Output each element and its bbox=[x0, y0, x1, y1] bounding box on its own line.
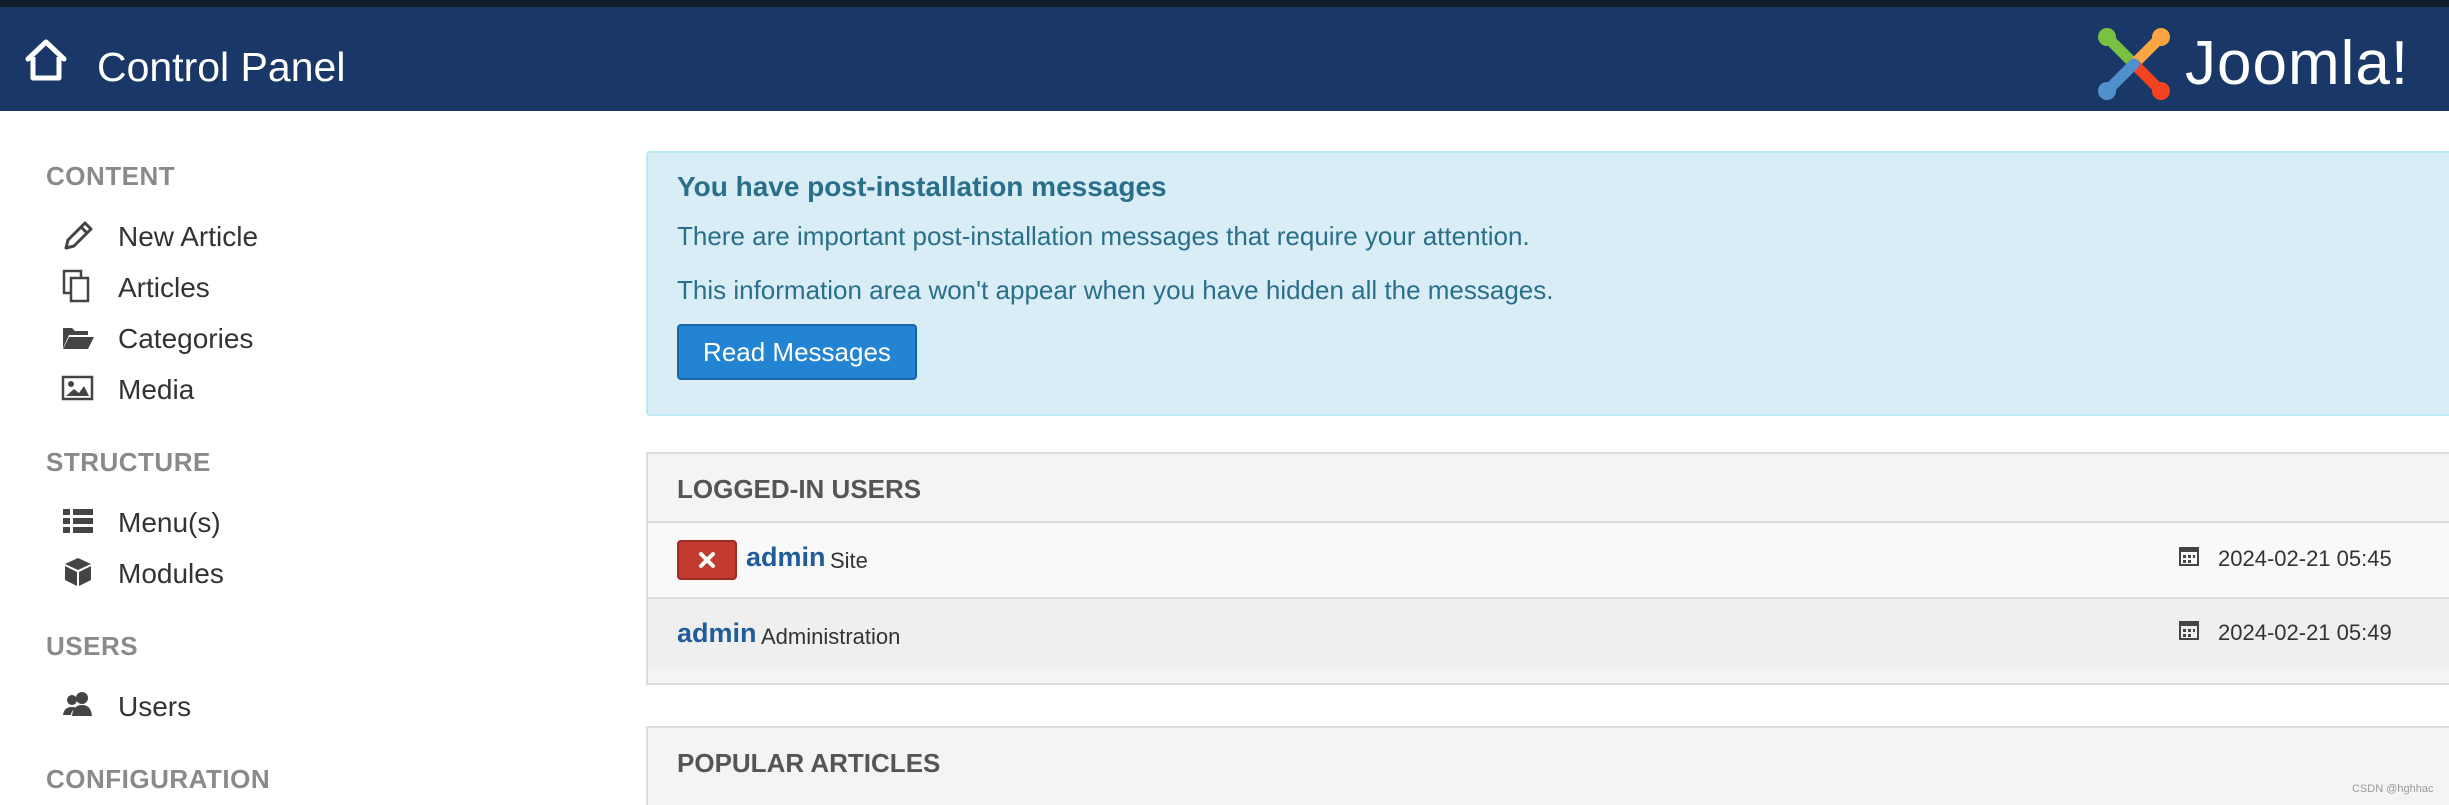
sidebar-item-label: Users bbox=[118, 691, 192, 722]
sidebar-item-label: New Article bbox=[118, 221, 259, 252]
joomla-logo[interactable]: Joomla! bbox=[2095, 21, 2449, 107]
table-row: admin Site 2024-02-21 05:45 bbox=[648, 521, 2449, 597]
sidebar-section-configuration: CONFIGURATION bbox=[46, 764, 271, 794]
sidebar-section-users: USERS bbox=[46, 631, 139, 661]
cube-icon bbox=[60, 555, 96, 589]
calendar-icon bbox=[2178, 619, 2200, 641]
list-icon bbox=[60, 504, 96, 538]
table-row: admin Administration 2024-02-21 05:49 bbox=[648, 597, 2449, 669]
sidebar-item-label: Menu(s) bbox=[118, 507, 221, 538]
user-link[interactable]: admin bbox=[677, 618, 757, 649]
calendar-icon bbox=[2178, 545, 2200, 567]
panel-title: POPULAR ARTICLES bbox=[677, 748, 941, 778]
header-bar: Control Panel Joomla! bbox=[0, 7, 2449, 111]
logged-in-users-panel: LOGGED-IN USERS admin Site 2024-02-21 05… bbox=[646, 452, 2449, 685]
pencil-icon bbox=[60, 218, 96, 252]
sidebar-item-modules[interactable]: Modules bbox=[60, 551, 480, 595]
login-date: 2024-02-21 05:49 bbox=[2218, 620, 2392, 645]
user-link[interactable]: admin bbox=[746, 542, 826, 573]
sidebar-item-media[interactable]: Media bbox=[60, 367, 480, 411]
alert-info: This information area won't appear when … bbox=[677, 275, 1554, 305]
popular-articles-panel: POPULAR ARTICLES bbox=[646, 726, 2449, 805]
sidebar: CONTENT New Article Articles Categories … bbox=[0, 111, 600, 805]
sidebar-item-menus[interactable]: Menu(s) bbox=[60, 500, 480, 544]
joomla-logo-icon bbox=[2095, 25, 2173, 103]
folder-open-icon bbox=[60, 320, 96, 354]
post-install-alert: You have post-installation messages Ther… bbox=[646, 151, 2449, 416]
home-icon[interactable] bbox=[22, 37, 70, 83]
user-context: Site bbox=[830, 548, 868, 573]
sidebar-item-label: Media bbox=[118, 374, 195, 405]
logout-user-button[interactable] bbox=[677, 540, 737, 580]
sidebar-item-label: Articles bbox=[118, 272, 210, 303]
copy-icon bbox=[60, 269, 96, 303]
page-title: Control Panel bbox=[97, 44, 346, 90]
sidebar-section-structure: STRUCTURE bbox=[46, 447, 211, 477]
sidebar-item-label: Modules bbox=[118, 558, 224, 589]
image-icon bbox=[60, 371, 96, 405]
sidebar-item-label: Categories bbox=[118, 323, 254, 354]
sidebar-item-new-article[interactable]: New Article bbox=[60, 214, 480, 258]
read-messages-button[interactable]: Read Messages bbox=[677, 324, 917, 380]
sidebar-item-categories[interactable]: Categories bbox=[60, 316, 480, 360]
sidebar-section-content: CONTENT bbox=[46, 161, 176, 191]
login-date: 2024-02-21 05:45 bbox=[2218, 546, 2392, 571]
joomla-logo-text: Joomla! bbox=[2185, 29, 2410, 98]
top-border bbox=[0, 0, 2449, 7]
sidebar-item-users[interactable]: Users bbox=[60, 684, 480, 728]
alert-heading: You have post-installation messages bbox=[677, 171, 1167, 202]
panel-title: LOGGED-IN USERS bbox=[677, 474, 922, 504]
watermark: CSDN @hghhac bbox=[2352, 783, 2434, 795]
alert-message: There are important post-installation me… bbox=[677, 221, 1530, 251]
sidebar-item-articles[interactable]: Articles bbox=[60, 265, 480, 309]
users-icon bbox=[60, 688, 96, 722]
user-context: Administration bbox=[761, 624, 901, 649]
